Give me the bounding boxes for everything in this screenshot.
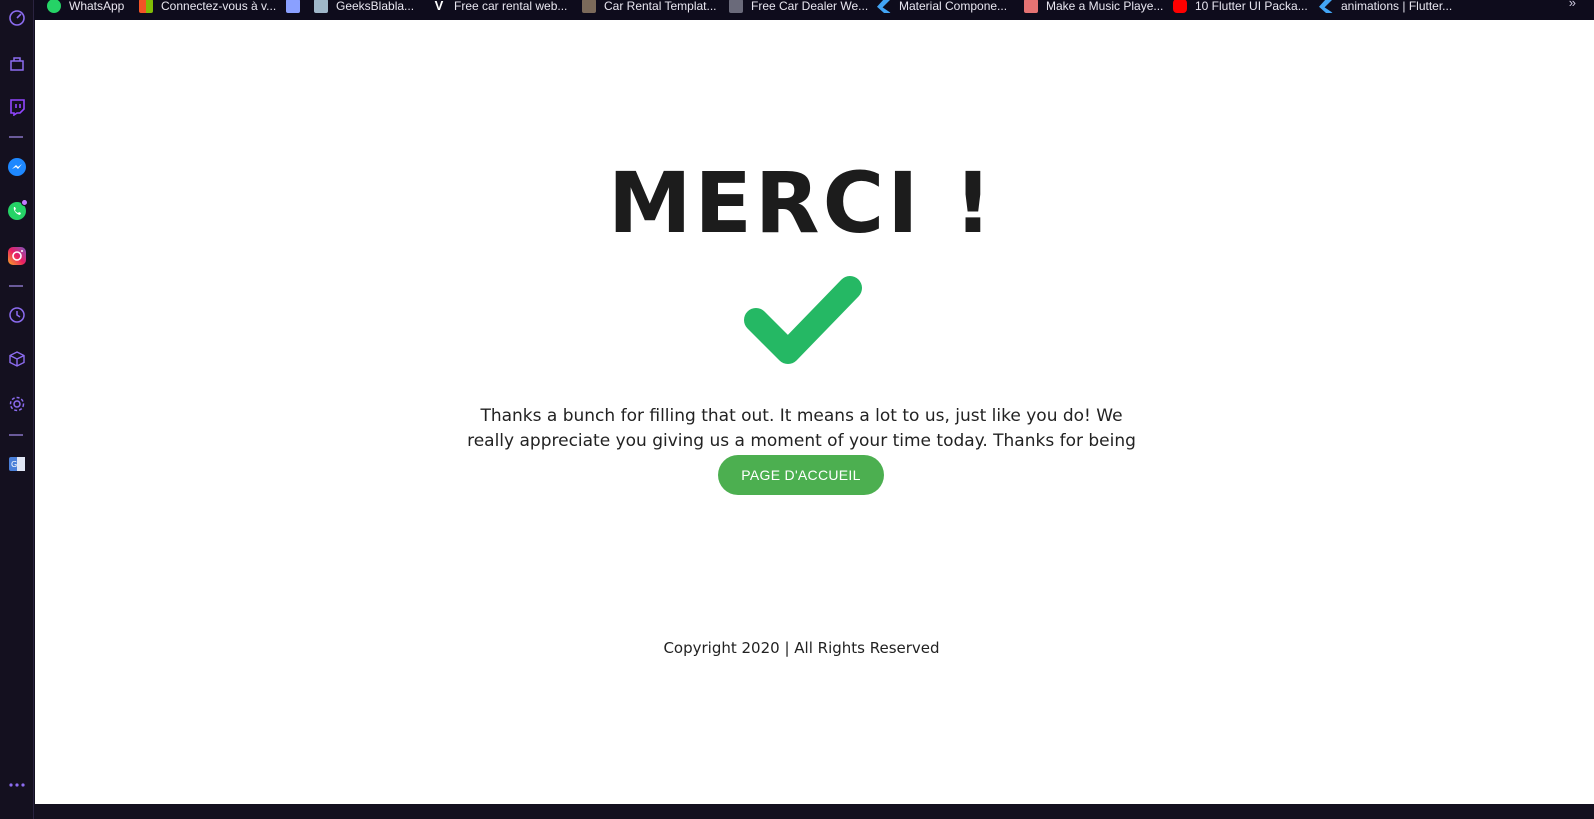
bookmark-geeksblabla[interactable]: GeeksBlabla... [314,0,414,16]
page-scrollbar-area[interactable] [1568,20,1594,804]
bookmark-free-car-rental[interactable]: V Free car rental web... [432,0,568,16]
bookmark-material-components[interactable]: Material Compone... [877,0,1007,16]
speed-dial-icon[interactable] [5,6,29,30]
extensions-cube-icon[interactable] [5,347,29,371]
bookmark-label: Connectez-vous à v... [161,0,277,13]
bookmark-label: WhatsApp [69,0,125,13]
shopping-bag-icon[interactable] [5,51,29,75]
sidebar-divider [9,285,23,287]
bookmark-label: Material Compone... [899,0,1008,13]
microsoft-icon [139,0,153,13]
whatsapp-sidebar-icon[interactable] [5,199,29,223]
browser-sidebar: G [0,0,34,819]
bookmark-car-rental-template[interactable]: Car Rental Templat... [582,0,717,16]
checkmark-icon [738,272,864,372]
svg-text:G: G [11,460,17,469]
bookmarks-overflow-chevron-icon[interactable]: » [1569,0,1576,10]
thank-you-page: MERCI ! Thanks a bunch for filling that … [35,20,1568,804]
translate-icon[interactable]: G [5,452,29,476]
flutter-icon [877,0,891,13]
bookmark-label: GeeksBlabla... [336,0,415,13]
bookmark-label: 10 Flutter UI Packa... [1195,0,1308,13]
sidebar-divider [9,136,23,138]
messenger-icon[interactable] [5,155,29,179]
youtube-icon [1173,0,1187,13]
notification-dot [21,199,28,206]
bookmark-label: animations | Flutter... [1341,0,1453,13]
bookmark-microsoft[interactable]: Connectez-vous à v... [139,0,276,16]
flutter-icon [1319,0,1333,13]
v-icon: V [434,0,444,13]
settings-gear-icon[interactable] [5,392,29,416]
more-options-icon[interactable] [5,773,29,797]
bookmark-flutter-ui-packages[interactable]: 10 Flutter UI Packa... [1173,0,1308,16]
bookmark-animations-flutter[interactable]: animations | Flutter... [1319,0,1452,16]
whatsapp-icon [47,0,61,13]
instagram-icon[interactable] [5,244,29,268]
cube-icon [729,0,743,13]
history-icon[interactable] [5,303,29,327]
bookmark-label: Car Rental Templat... [604,0,717,13]
cube-icon [582,0,596,13]
sidebar-divider [9,434,23,436]
bookmark-label: Make a Music Playe... [1046,0,1164,13]
page-title: MERCI ! [607,154,996,252]
copyright-footer: Copyright 2020 | All Rights Reserved [663,639,940,657]
twitch-icon[interactable] [5,95,29,119]
bookmark-label: Free car rental web... [454,0,568,13]
music-icon [1024,0,1038,13]
bookmark-whatsapp[interactable]: WhatsApp [47,0,124,16]
bookmark-free-car-dealer[interactable]: Free Car Dealer We... [729,0,868,16]
home-page-button[interactable]: PAGE D'ACCUEIL [718,455,884,495]
bookmarks-bar: WhatsApp Connectez-vous à v... GeeksBlab… [34,0,1594,20]
bookmark-music-player[interactable]: Make a Music Playe... [1024,0,1163,16]
browser-window: G WhatsApp Connectez-vous à v... GeeksBl… [0,0,1594,819]
bookmark-misc[interactable] [286,0,308,16]
window-bottom-edge [35,804,1594,819]
bookmark-label: Free Car Dealer We... [751,0,869,13]
bookmark-icon [286,0,300,13]
geeksblabla-icon [314,0,328,13]
